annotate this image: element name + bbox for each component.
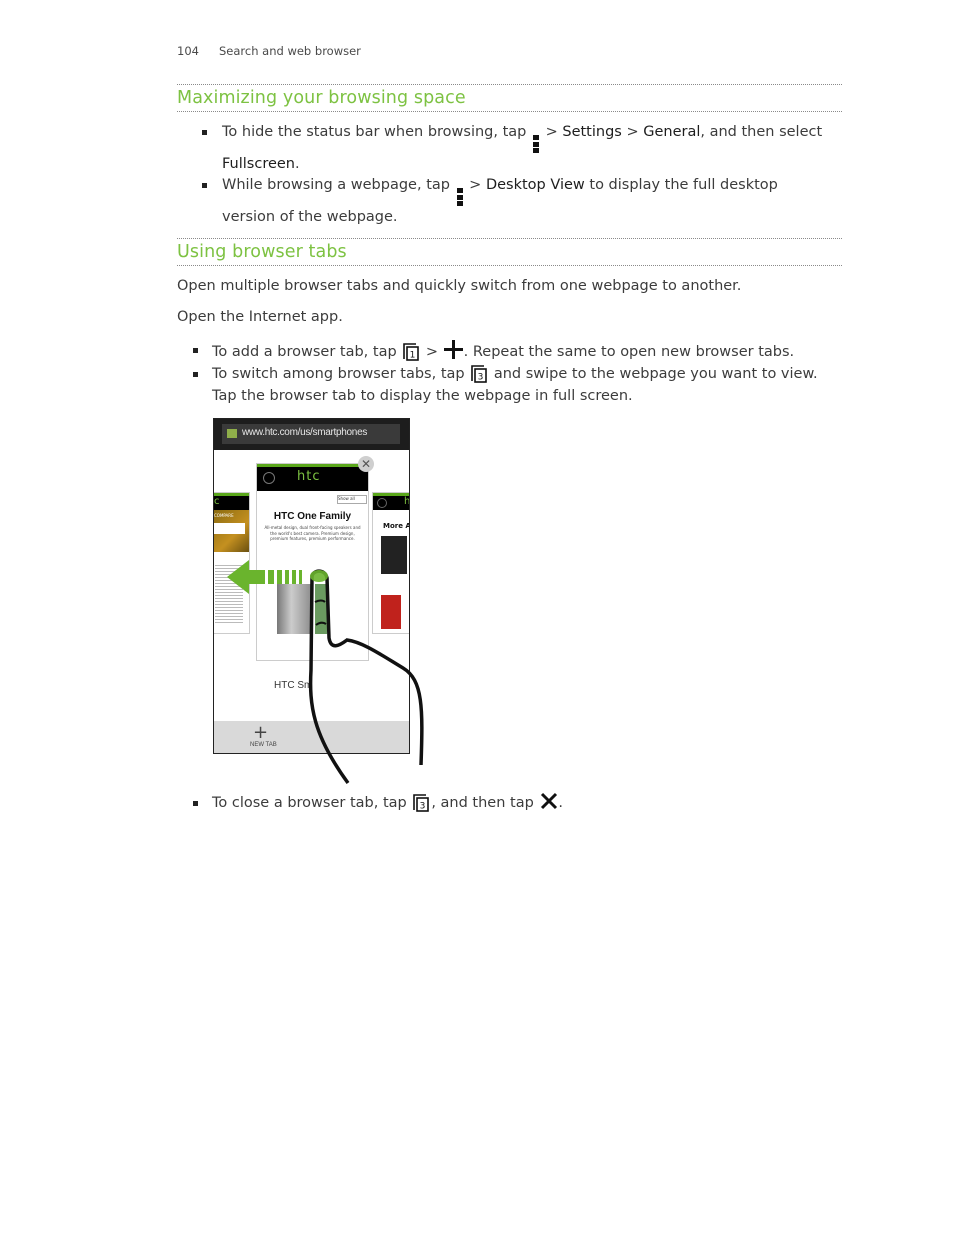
- divider: [177, 238, 842, 239]
- menu-circle-icon: [263, 472, 275, 484]
- divider: [177, 265, 842, 266]
- tabs-icon: 3: [413, 794, 430, 812]
- list-item: To switch among browser tabs, tap 3 and …: [193, 363, 837, 407]
- menu-icon: [456, 188, 463, 206]
- menu-settings: Settings: [562, 124, 622, 140]
- divider: [177, 111, 842, 112]
- bullet: [202, 183, 207, 188]
- open-app-text: Open the Internet app.: [177, 309, 343, 325]
- tabs-icon: 3: [471, 365, 488, 383]
- close-icon: [541, 792, 558, 810]
- list-item: To add a browser tab, tap 1 > . Repeat t…: [193, 339, 837, 363]
- menu-circle-icon: [377, 498, 387, 508]
- close-tab-icon[interactable]: ✕: [358, 456, 374, 472]
- tabs-icon: 1: [403, 343, 420, 361]
- swipe-gesture-illustration: [227, 560, 424, 785]
- running-header: 104 Search and web browser: [177, 44, 361, 58]
- list-item: While browsing a webpage, tap > Desktop …: [202, 174, 832, 228]
- menu-desktop-view: Desktop View: [485, 177, 585, 193]
- list-item: To close a browser tab, tap 3, and then …: [193, 792, 837, 814]
- url-field: www.htc.com/us/smartphones: [222, 424, 400, 444]
- bullet: [202, 130, 207, 135]
- chapter-title: Search and web browser: [219, 44, 361, 58]
- hand-icon: [308, 569, 424, 785]
- svg-text:1: 1: [410, 351, 416, 361]
- list-item: To hide the status bar when browsing, ta…: [202, 121, 832, 175]
- htc-logo: htc: [297, 469, 321, 484]
- url-text: www.htc.com/us/smartphones: [242, 427, 368, 438]
- plus-icon: [443, 340, 463, 359]
- menu-fullscreen: Fullscreen: [222, 156, 295, 172]
- menu-general: General: [643, 124, 701, 140]
- swipe-left-arrow-icon: [227, 560, 302, 594]
- htc-logo: c: [214, 496, 220, 507]
- bullet: [193, 348, 198, 353]
- favicon: [227, 429, 237, 438]
- bullet: [193, 801, 198, 806]
- section-title-tabs: Using browser tabs: [177, 242, 347, 262]
- svg-text:3: 3: [420, 802, 426, 812]
- page-number: 104: [177, 44, 199, 58]
- url-bar: www.htc.com/us/smartphones: [214, 419, 409, 450]
- svg-text:3: 3: [478, 373, 484, 383]
- bullet: [193, 372, 198, 377]
- menu-icon: [532, 135, 539, 153]
- divider: [177, 84, 842, 85]
- htc-logo: h: [404, 496, 410, 507]
- section-title-maximizing: Maximizing your browsing space: [177, 88, 466, 108]
- card-heading: HTC One Family: [273, 511, 352, 522]
- show-all-dropdown[interactable]: Show all: [337, 495, 367, 504]
- intro-text: Open multiple browser tabs and quickly s…: [177, 278, 742, 294]
